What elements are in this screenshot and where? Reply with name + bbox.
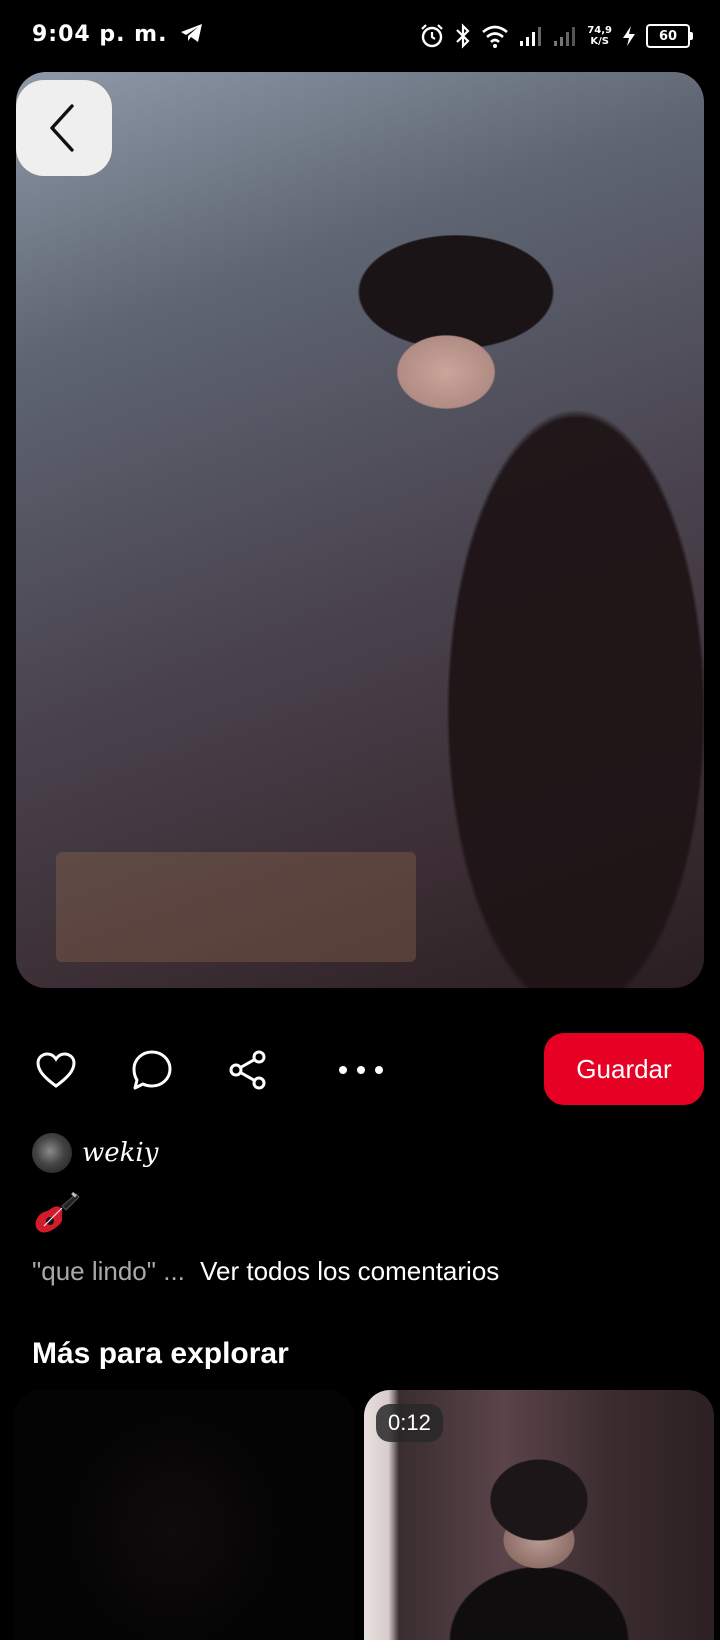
share-button[interactable] (226, 1048, 270, 1092)
video-duration-badge: 0:12 (376, 1404, 443, 1442)
view-all-comments-link[interactable]: Ver todos los comentarios (200, 1256, 499, 1286)
wifi-icon (482, 25, 509, 48)
image-banner (56, 852, 416, 962)
author-row[interactable]: wekiy (32, 1133, 158, 1173)
explore-title: Más para explorar (32, 1337, 289, 1370)
back-button[interactable] (16, 80, 112, 176)
pin-description (32, 1191, 92, 1238)
charging-icon (623, 26, 635, 46)
avatar[interactable] (32, 1133, 72, 1173)
signal-icon (520, 27, 542, 46)
net-speed: 74,9 K/S (587, 25, 612, 47)
heart-icon (36, 1052, 76, 1088)
telegram-icon (181, 24, 203, 42)
save-button[interactable]: Guardar (544, 1033, 704, 1105)
signal-icon (554, 27, 576, 46)
comment-preview[interactable]: "que lindo" ... (32, 1256, 185, 1286)
card-image (64, 1410, 284, 1640)
status-bar: 9:04 p. m. 74,9 K/S 60 (0, 0, 720, 72)
action-bar: Guardar (0, 1030, 720, 1110)
guitar-icon (35, 1191, 80, 1233)
status-time: 9:04 p. m. (32, 22, 204, 47)
more-button[interactable] (336, 1048, 386, 1092)
comments-row[interactable]: "que lindo" ... Ver todos los comentario… (32, 1256, 499, 1287)
bluetooth-icon (456, 23, 470, 49)
like-button[interactable] (34, 1048, 78, 1092)
pin-image[interactable] (16, 72, 704, 988)
chevron-left-icon (50, 104, 74, 152)
explore-card[interactable] (14, 1390, 354, 1640)
battery-icon: 60 (646, 24, 693, 48)
comment-icon (132, 1050, 172, 1090)
share-icon (229, 1050, 266, 1090)
status-icons: 74,9 K/S 60 (419, 20, 693, 52)
more-icon (339, 1066, 383, 1074)
alarm-icon (421, 24, 444, 48)
explore-card-video[interactable]: 0:12 (364, 1390, 714, 1640)
comment-button[interactable] (130, 1048, 174, 1092)
author-name[interactable]: wekiy (82, 1138, 158, 1168)
